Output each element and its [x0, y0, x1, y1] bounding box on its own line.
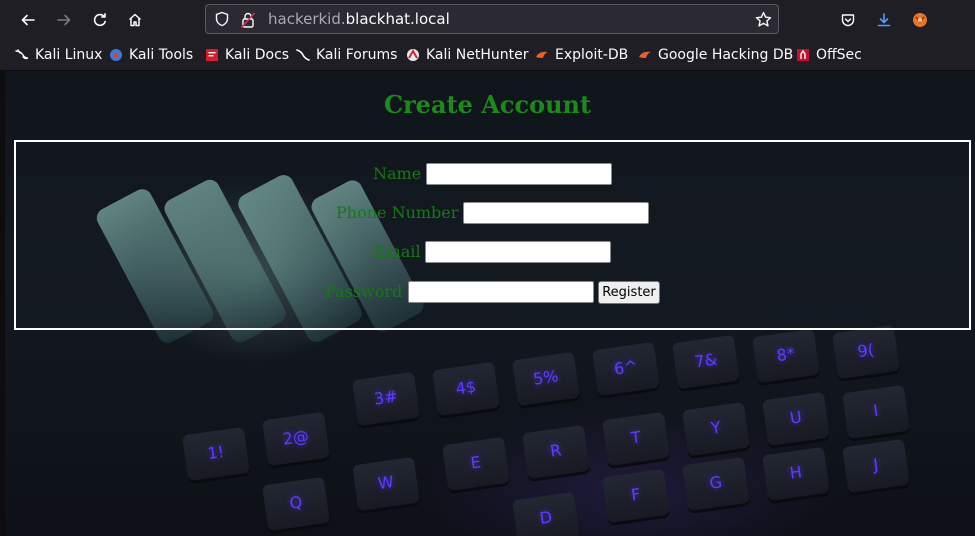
forward-button[interactable]: [50, 6, 78, 34]
background-key: U: [762, 391, 830, 447]
background-key: E: [442, 436, 510, 492]
ghdb-icon: [639, 51, 651, 58]
pocket-icon: [841, 14, 855, 27]
background-key: 1!: [182, 426, 250, 482]
background-key: 3#: [352, 371, 420, 427]
url-subdomain: hackerkid.: [268, 10, 346, 28]
bookmark-kali-nethunter[interactable]: Kali NetHunter: [406, 46, 528, 64]
background-key: Y: [682, 401, 750, 457]
bookmark-kali-docs[interactable]: Kali Docs: [205, 46, 289, 64]
bookmarks-toolbar: Kali Linux Kali Tools Kali Docs Kali For…: [0, 40, 975, 71]
pocket-button[interactable]: [834, 6, 862, 34]
bookmark-kali-tools[interactable]: Kali Tools: [109, 46, 193, 64]
background-key: Q: [262, 476, 330, 532]
bookmark-exploit-db[interactable]: Exploit-DB: [535, 46, 628, 64]
arrow-left-icon: [21, 14, 35, 26]
background-key: G: [682, 456, 750, 512]
email-label: Email: [374, 242, 421, 261]
downloads-button[interactable]: [870, 6, 898, 34]
star-bookmark-icon[interactable]: [755, 11, 772, 28]
background-key: D: [512, 491, 580, 536]
home-button[interactable]: [121, 6, 149, 34]
background-key: J: [842, 438, 910, 494]
password-input[interactable]: [408, 281, 594, 303]
extension-button[interactable]: [906, 6, 934, 34]
background-key: 2@: [262, 411, 330, 467]
url-domain: blackhat.local: [345, 10, 450, 28]
name-label: Name: [373, 164, 422, 183]
background-key: 9(: [832, 324, 900, 380]
address-bar[interactable]: hackerkid.blackhat.local: [205, 4, 779, 34]
bookmark-kali-forums[interactable]: Kali Forums: [296, 46, 397, 64]
background-key: 6^: [592, 341, 660, 397]
background-key: H: [762, 446, 830, 502]
nethunter-icon: [407, 49, 419, 61]
background-key: 5%: [512, 351, 580, 407]
background-key: I: [842, 384, 910, 440]
kali-docs-icon: [206, 49, 218, 61]
reload-button[interactable]: [86, 6, 114, 34]
phone-number-input[interactable]: [463, 202, 649, 224]
register-button[interactable]: Register: [598, 281, 660, 304]
insecure-lock-icon[interactable]: [240, 11, 256, 29]
background-key: 7&: [672, 334, 740, 390]
reload-icon: [93, 13, 106, 27]
background-key: R: [522, 424, 590, 480]
email-input[interactable]: [425, 241, 611, 263]
download-icon: [877, 13, 891, 27]
background-key: 4$: [432, 361, 500, 417]
background-key: W: [352, 456, 420, 512]
phone-number-label: Phone Number: [336, 203, 459, 222]
shield-icon[interactable]: [214, 11, 230, 27]
background-key: F: [602, 468, 670, 524]
extension-fox-icon: [913, 13, 927, 27]
exploit-db-icon: [536, 51, 548, 58]
kali-tools-icon: [110, 49, 122, 61]
password-label: Password: [325, 282, 403, 301]
offsec-icon: [797, 49, 809, 61]
kali-forums-icon: [296, 49, 310, 61]
bookmark-offsec[interactable]: OffSec: [796, 46, 862, 64]
back-button[interactable]: [14, 6, 42, 34]
background-key: T: [602, 411, 670, 467]
page-title: Create Account: [383, 90, 592, 119]
bookmark-kali-linux[interactable]: Kali Linux: [15, 46, 102, 64]
bookmark-google-hacking-db[interactable]: Google Hacking DB: [638, 46, 793, 64]
home-icon: [128, 13, 142, 27]
browser-toolbar: hackerkid.blackhat.local: [0, 0, 975, 40]
url-text[interactable]: hackerkid.blackhat.local: [268, 10, 450, 28]
background-key: 8*: [752, 328, 820, 384]
name-input[interactable]: [426, 163, 612, 185]
kali-dragon-icon: [15, 49, 29, 60]
arrow-right-icon: [57, 14, 71, 26]
